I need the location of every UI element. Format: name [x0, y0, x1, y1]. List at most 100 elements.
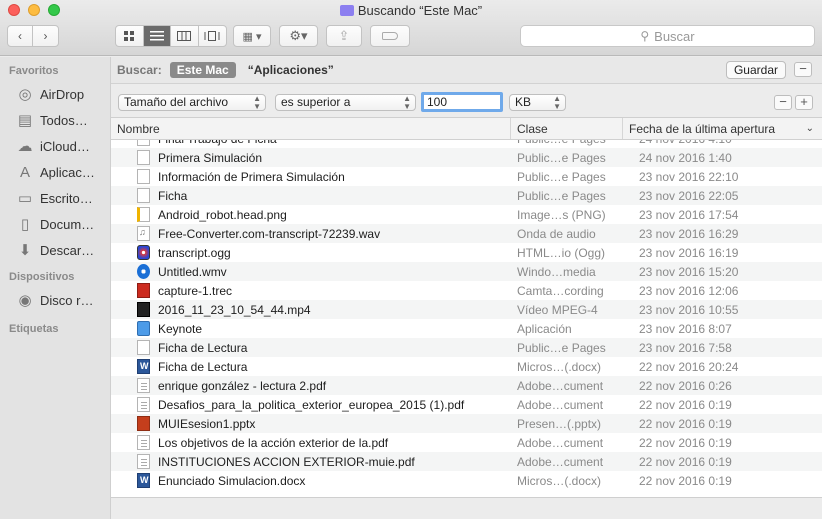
remove-scope-button[interactable]: −: [794, 62, 812, 77]
icon-view-icon: [124, 31, 135, 41]
scope-applications[interactable]: “Aplicaciones”: [248, 63, 334, 77]
file-last-opened: 22 nov 2016 0:26: [639, 378, 732, 393]
file-last-opened: 23 nov 2016 15:20: [639, 264, 739, 279]
table-row[interactable]: Android_robot.head.png Image…s (PNG) 23 no…: [111, 205, 822, 224]
doc-file-icon: [137, 340, 150, 355]
file-kind: Vídeo MPEG-4: [517, 302, 598, 317]
list-view-button[interactable]: [143, 26, 171, 46]
table-row[interactable]: Ficha Public…e Pages 23 nov 2016 22:05: [111, 186, 822, 205]
table-row[interactable]: capture-1.trec Camta…cording 23 nov 2016 1…: [111, 281, 822, 300]
icon-view-button[interactable]: [116, 26, 144, 46]
sidebar: Favoritos ◎ AirDrop ▤ Todos… ☁ iCloud… A Aplica…: [0, 57, 111, 519]
size-value-input[interactable]: 100: [421, 92, 503, 112]
file-last-opened: 24 nov 2016 1:40: [639, 150, 732, 165]
column-header-kind[interactable]: Clase: [511, 118, 623, 139]
share-icon: ⇪: [338, 28, 350, 43]
tag-icon: [382, 32, 398, 40]
sidebar-item-docum[interactable]: ▯ Docum…: [0, 211, 110, 237]
select-arrows-icon: ▲ ▼: [403, 94, 411, 111]
file-last-opened: 22 nov 2016 0:19: [639, 416, 732, 431]
table-row[interactable]: Final Trabajo de Ficha Public…e Pages24 n…: [111, 140, 822, 148]
file-kind: Adobe…cument: [517, 454, 604, 469]
table-row[interactable]: MUIEsesion1.pptx Presen…(.pptx) 22 nov 201…: [111, 414, 822, 433]
file-name-cell: Free-Converter.com-transcript-72239.wav: [111, 226, 511, 241]
table-row[interactable]: Información de Primera Simulación Public……: [111, 167, 822, 186]
attribute-select[interactable]: Tamaño del archivo ▲ ▼: [118, 94, 266, 111]
audio-file-icon: [137, 226, 150, 241]
cover-flow-button[interactable]: [199, 26, 226, 46]
sidebar-item-descar[interactable]: ⬇ Descar…: [0, 237, 110, 263]
file-kind: Public…e Pages: [517, 169, 606, 184]
file-name-cell: Android_robot.head.png: [111, 207, 511, 222]
status-bar: [111, 497, 822, 519]
column-header-last-opened-label: Fecha de la última apertura: [629, 122, 776, 136]
doc-file-icon: [137, 150, 150, 165]
scope-this-mac[interactable]: Este Mac: [169, 62, 236, 78]
table-row[interactable]: enrique gonzález - lectura 2.pdf Adobe…cu…: [111, 376, 822, 395]
select-arrows-icon: ▲ ▼: [253, 94, 261, 111]
file-last-opened: 22 nov 2016 0:19: [639, 473, 732, 488]
table-row[interactable]: Keynote Aplicación 23 nov 2016 8:07: [111, 319, 822, 338]
operator-select[interactable]: es superior a ▲ ▼: [275, 94, 416, 111]
file-last-opened: 22 nov 2016 0:19: [639, 435, 732, 450]
file-name-cell: Los objetivos de la acción exterior de l…: [111, 435, 511, 450]
file-kind: Public…e Pages: [517, 188, 606, 203]
file-kind: Camta…cording: [517, 283, 604, 298]
download-icon: ⬇: [18, 242, 32, 259]
arrange-button[interactable]: ▦ ▾: [233, 25, 271, 47]
table-row[interactable]: Free-Converter.com-transcript-72239.wav O…: [111, 224, 822, 243]
word-file-icon: [137, 473, 150, 488]
table-row[interactable]: Primera Simulación Public…e Pages 24 nov 2…: [111, 148, 822, 167]
save-search-button[interactable]: Guardar: [725, 61, 786, 79]
file-name: MUIEsesion1.pptx: [158, 416, 256, 431]
file-name-cell: Ficha de Lectura: [111, 340, 511, 355]
column-header-name[interactable]: Nombre: [111, 118, 511, 139]
add-criterion-button[interactable]: +: [795, 95, 813, 110]
file-name-cell: capture-1.trec: [111, 283, 511, 298]
table-row[interactable]: transcript.ogg HTML…io (Ogg) 23 nov 2016 1…: [111, 243, 822, 262]
disk-icon: ◉: [18, 292, 32, 309]
file-name: Untitled.wmv: [158, 264, 227, 279]
file-kind: Windo…media: [517, 264, 596, 279]
file-name: Información de Primera Simulación: [158, 169, 345, 184]
sidebar-item-aplicac[interactable]: A Aplicac…: [0, 159, 110, 185]
file-name-cell: Información de Primera Simulación: [111, 169, 511, 184]
trec-file-icon: [137, 283, 150, 298]
sidebar-item-label: Docum…: [40, 216, 95, 232]
operator-value: es superior a: [281, 95, 351, 109]
gear-icon: ⚙▾: [289, 28, 308, 43]
tags-button[interactable]: [370, 25, 410, 47]
column-view-button[interactable]: [171, 26, 199, 46]
search-field[interactable]: ⚲ Buscar: [520, 25, 815, 47]
table-row[interactable]: Desafios_para_la_politica_exterior_europ…: [111, 395, 822, 414]
file-name: transcript.ogg: [158, 245, 231, 260]
column-header-last-opened[interactable]: Fecha de la última apertura ⌄: [623, 118, 822, 139]
table-row[interactable]: Enunciado Simulacion.docx Micros…(.docx) 2…: [111, 471, 822, 490]
table-row[interactable]: Untitled.wmv Windo…media 23 nov 2016 15:20: [111, 262, 822, 281]
back-button[interactable]: ‹: [8, 26, 34, 46]
action-button[interactable]: ⚙▾: [279, 25, 318, 47]
remove-criterion-button[interactable]: −: [774, 95, 792, 110]
table-row[interactable]: Ficha de Lectura Micros…(.docx) 22 nov 201…: [111, 357, 822, 376]
sidebar-item-discor[interactable]: ◉ Disco r…: [0, 287, 110, 313]
window-title-container: Buscando “Este Mac”: [0, 3, 822, 18]
word-file-icon: [137, 359, 150, 374]
scope-label: Buscar:: [117, 63, 162, 77]
sidebar-item-escrito[interactable]: ▭ Escrito…: [0, 185, 110, 211]
unit-select[interactable]: KB ▲ ▼: [509, 94, 566, 111]
file-name-cell: INSTITUCIONES ACCION EXTERIOR-muie.pdf: [111, 454, 511, 469]
pdf-file-icon: [137, 378, 150, 393]
sidebar-item-airdrop[interactable]: ◎ AirDrop: [0, 81, 110, 107]
table-row[interactable]: Ficha de Lectura Public…e Pages 23 nov 201…: [111, 338, 822, 357]
file-name: Desafios_para_la_politica_exterior_europ…: [158, 397, 465, 412]
file-name: Ficha: [158, 188, 188, 203]
share-button[interactable]: ⇪: [326, 25, 362, 47]
back-forward-control: ‹ ›: [7, 25, 59, 47]
sidebar-item-icloud[interactable]: ☁ iCloud…: [0, 133, 110, 159]
sidebar-item-todos[interactable]: ▤ Todos…: [0, 107, 110, 133]
table-row[interactable]: Los objetivos de la acción exterior de l…: [111, 433, 822, 452]
forward-button[interactable]: ›: [33, 26, 58, 46]
table-row[interactable]: 2016_11_23_10_54_44.mp4 Vídeo MPEG-4 23 no…: [111, 300, 822, 319]
table-row[interactable]: INSTITUCIONES ACCION EXTERIOR-muie.pdf Ad…: [111, 452, 822, 471]
file-kind: Adobe…cument: [517, 378, 604, 393]
